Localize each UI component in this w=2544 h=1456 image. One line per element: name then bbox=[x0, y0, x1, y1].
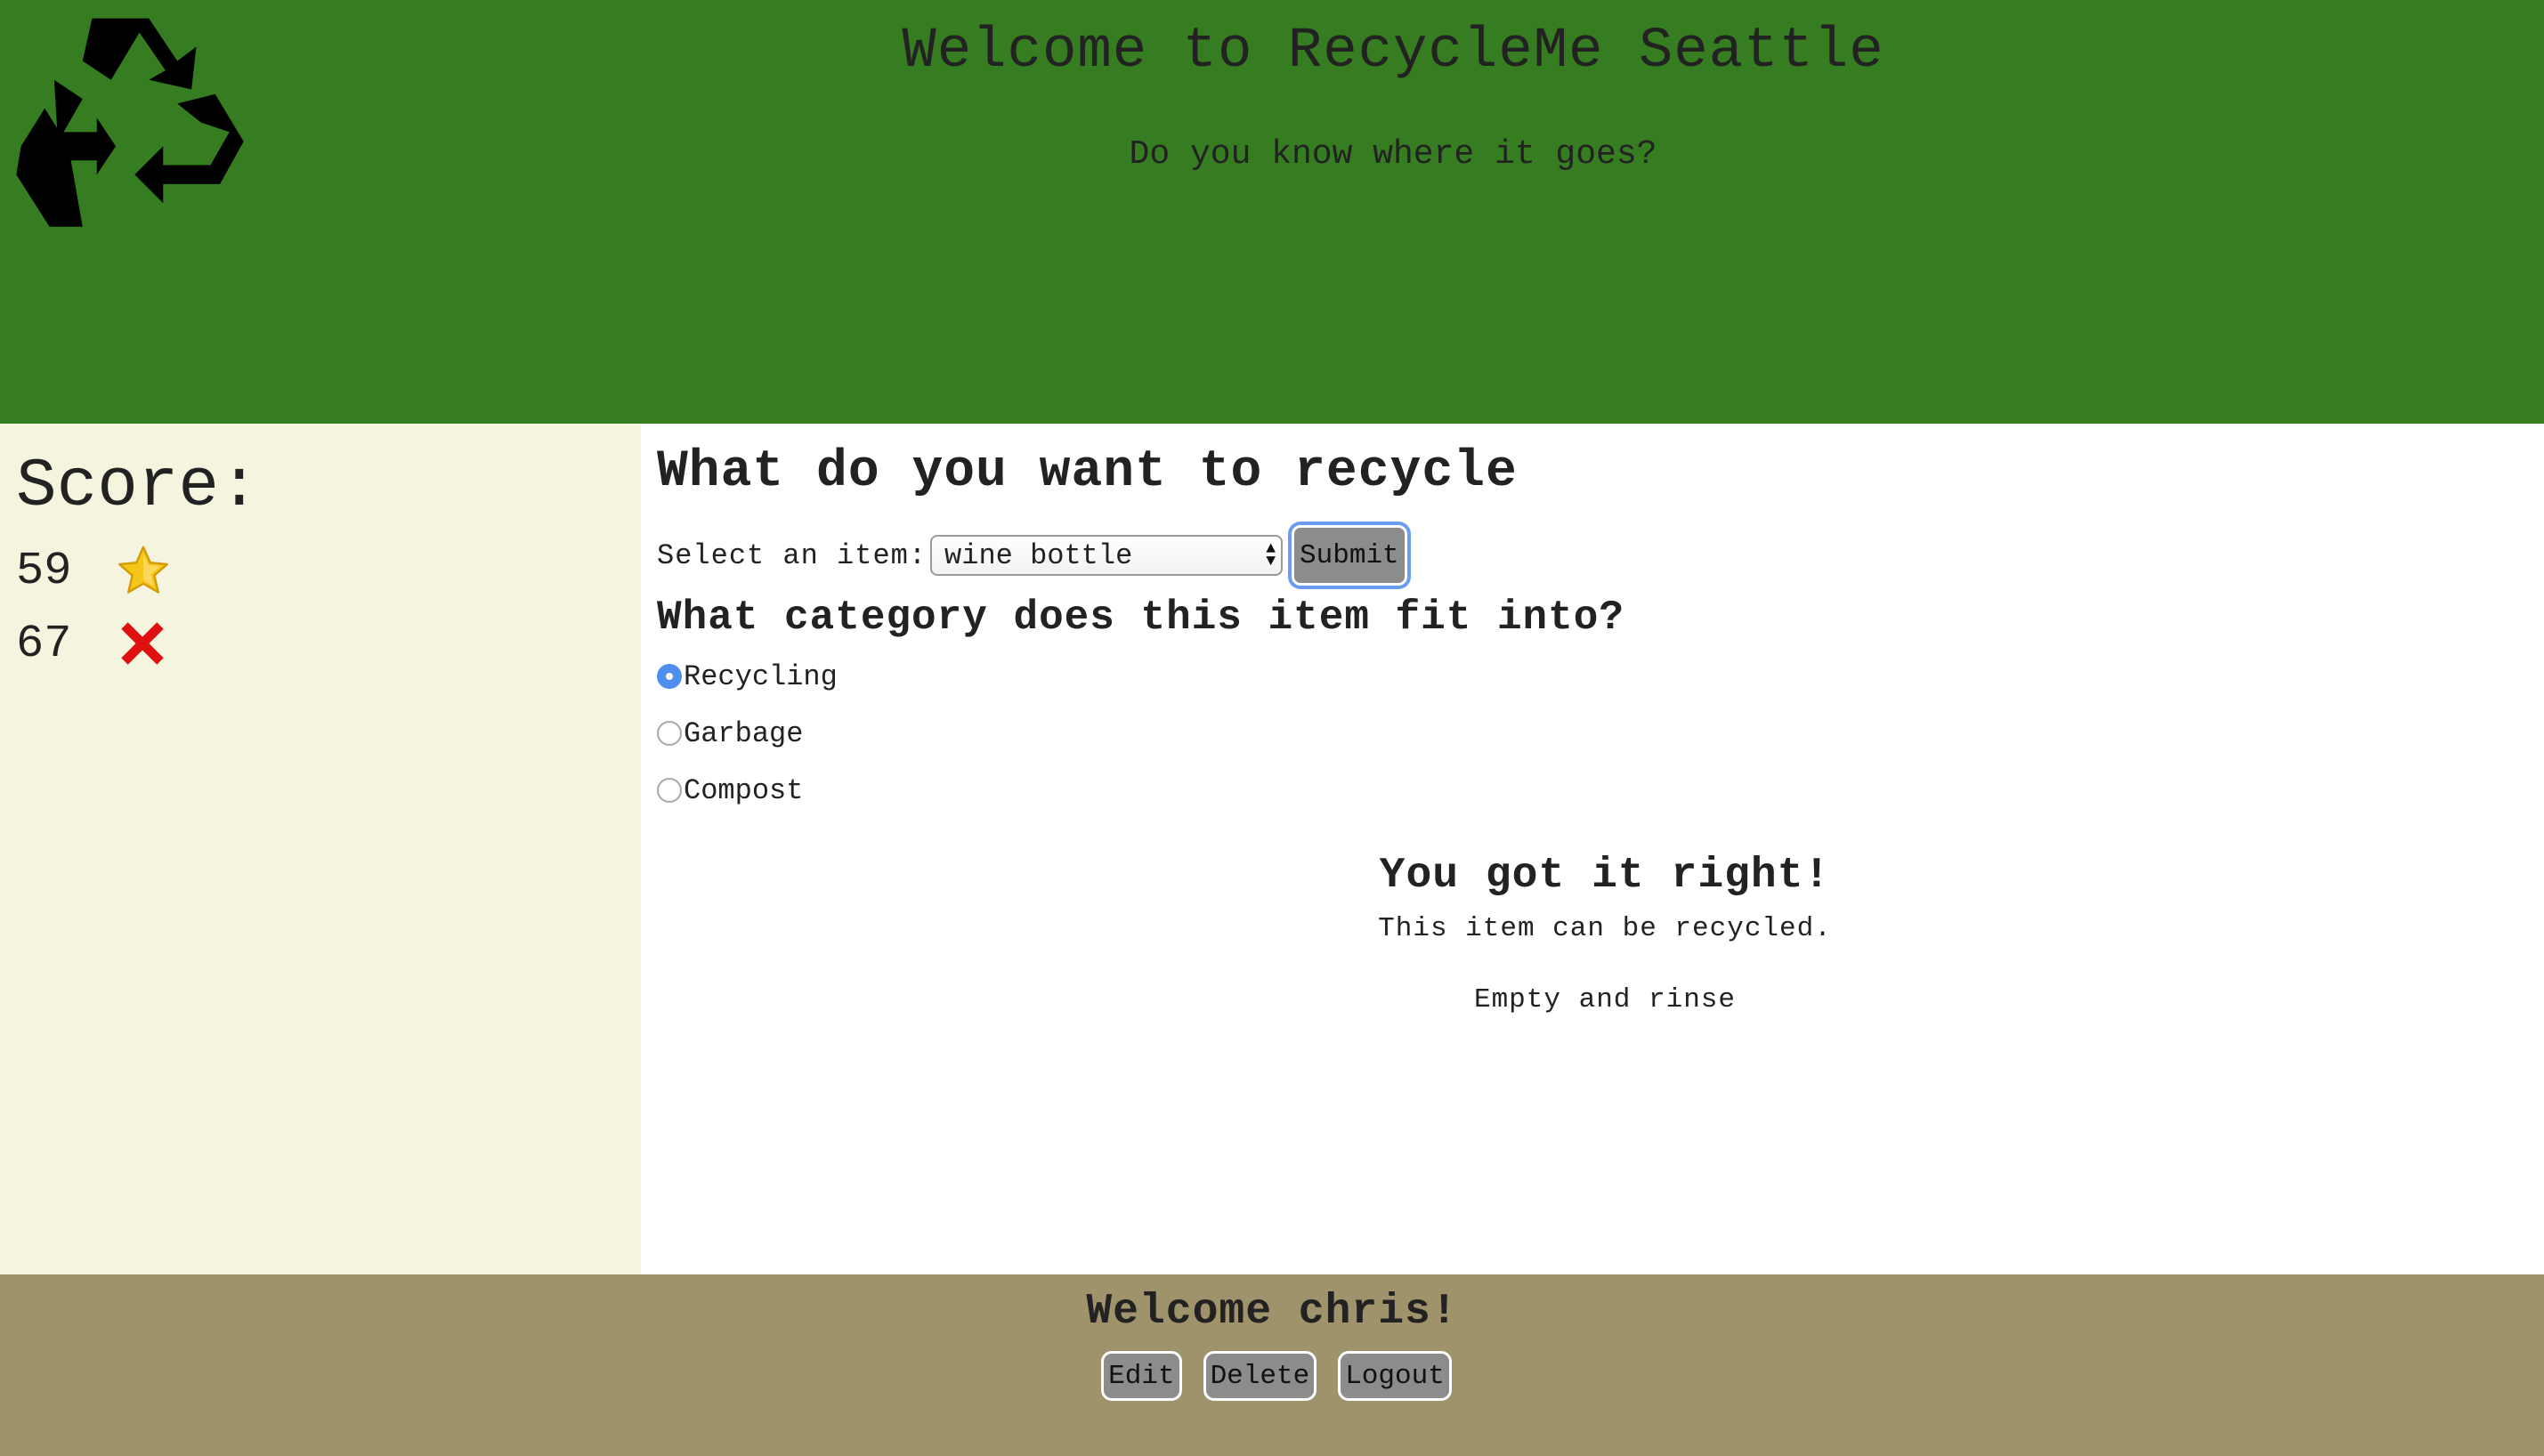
selected-item-value: wine bottle bbox=[944, 538, 1133, 572]
correct-score-row: 59 bbox=[16, 539, 171, 602]
welcome-user-text: Welcome chris! bbox=[1086, 1288, 1458, 1336]
garbage-radio[interactable] bbox=[657, 721, 682, 746]
category-option-recycling[interactable]: Recycling bbox=[657, 657, 838, 696]
logout-button[interactable]: Logout bbox=[1338, 1351, 1452, 1401]
submit-button[interactable]: Submit bbox=[1292, 525, 1407, 586]
site-title: Welcome to RecycleMe Seattle bbox=[902, 20, 1884, 84]
recycling-radio[interactable] bbox=[657, 664, 682, 689]
category-option-compost[interactable]: Compost bbox=[657, 771, 803, 810]
edit-button[interactable]: Edit bbox=[1101, 1351, 1182, 1401]
delete-button[interactable]: Delete bbox=[1203, 1351, 1317, 1401]
x-icon bbox=[121, 622, 164, 665]
item-select-row: Select an item: wine bottle ▲ ▼ Submit bbox=[657, 522, 1407, 589]
select-arrows-icon: ▲ ▼ bbox=[1266, 540, 1276, 570]
select-item-label: Select an item: bbox=[657, 538, 928, 572]
item-select[interactable]: wine bottle ▲ ▼ bbox=[930, 535, 1284, 576]
result-message: This item can be recycled. bbox=[1378, 913, 1832, 944]
footer: Welcome chris! Edit Delete Logout bbox=[0, 1274, 2544, 1456]
main-content: What do you want to recycle Select an it… bbox=[641, 424, 2544, 1274]
account-buttons: Edit Delete Logout bbox=[0, 1351, 2544, 1401]
category-option-garbage[interactable]: Garbage bbox=[657, 714, 803, 753]
compost-radio[interactable] bbox=[657, 778, 682, 803]
correct-count: 59 bbox=[16, 544, 72, 597]
score-sidebar: Score: 59 67 bbox=[0, 424, 641, 1274]
result-instructions: Empty and rinse bbox=[1473, 984, 1737, 1015]
wrong-count: 67 bbox=[16, 617, 72, 670]
wrong-score-row: 67 bbox=[16, 612, 169, 675]
result-panel: You got it right! This item can be recyc… bbox=[641, 849, 2544, 1018]
compost-label[interactable]: Compost bbox=[684, 774, 803, 807]
header: Welcome to RecycleMe Seattle Do you know… bbox=[0, 0, 2544, 424]
star-icon bbox=[117, 546, 169, 594]
score-heading: Score: bbox=[16, 449, 260, 525]
recycle-question-heading: What do you want to recycle bbox=[657, 443, 1518, 501]
category-heading: What category does this item fit into? bbox=[657, 595, 1624, 641]
recycling-label[interactable]: Recycling bbox=[684, 660, 838, 693]
result-heading: You got it right! bbox=[1379, 852, 1831, 900]
site-subtitle: Do you know where it goes? bbox=[1129, 135, 1657, 174]
garbage-label[interactable]: Garbage bbox=[684, 717, 803, 750]
